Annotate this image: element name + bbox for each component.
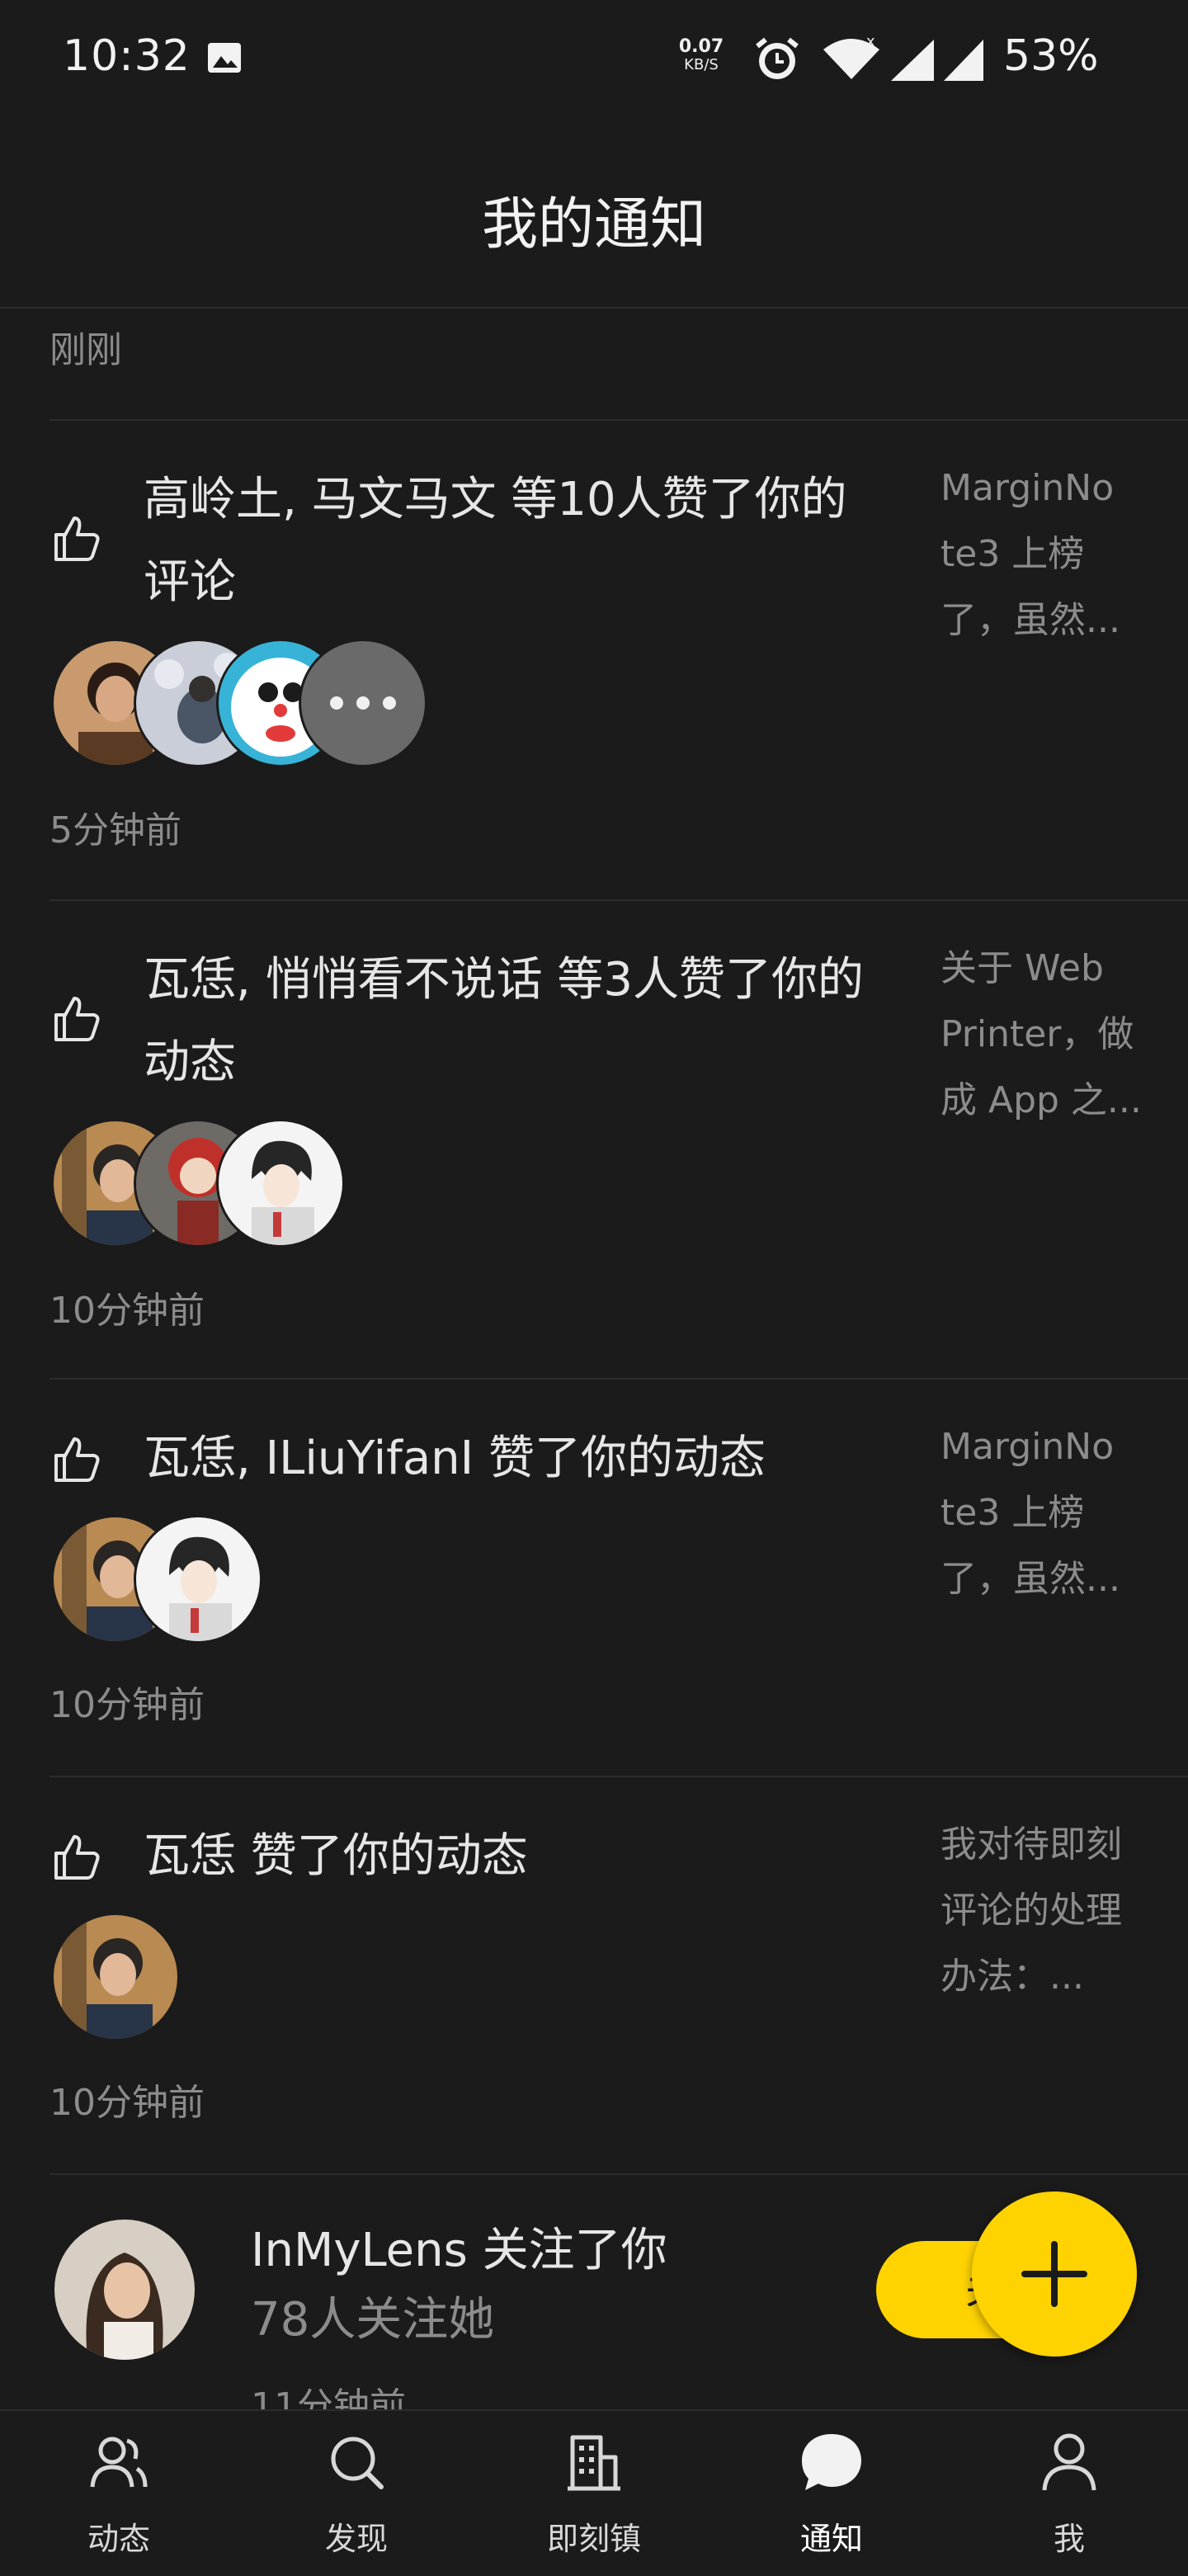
notification-reference[interactable]: MarginNo te3 上榜 了，虽然...: [940, 1414, 1155, 1612]
reference-line: 了，虽然...: [940, 599, 1120, 641]
notification-item[interactable]: 瓦恁, 悄悄看不说话 等3人赞了你的 动态 关于 Web Printer，做 成…: [0, 901, 1188, 1378]
reference-line: 成 App 之...: [940, 1079, 1142, 1121]
image-notification-icon: [208, 43, 241, 73]
title-bar: 我的通知: [0, 124, 1188, 309]
wifi-icon: x: [823, 35, 879, 79]
notification-item[interactable]: 瓦恁, ILiuYifanI 赞了你的动态 MarginNo te3 上榜 了，…: [0, 1380, 1188, 1774]
notification-text-line: 瓦恁, 悄悄看不说话 等3人赞了你的: [144, 953, 865, 1007]
person-icon: [1042, 2433, 1096, 2491]
reference-line: MarginNo: [940, 1426, 1115, 1468]
notification-text-line: 高岭土, 马文马文 等10人赞了你的: [144, 473, 847, 526]
network-speed-unit: KB/S: [684, 56, 719, 73]
notification-time: 10分钟前: [50, 1290, 205, 1332]
reference-line: te3 上榜: [940, 1492, 1085, 1534]
notification-text-line: 评论: [144, 555, 236, 609]
reference-line: 评论的处理: [940, 1890, 1122, 1932]
tab-label: 即刻镇: [546, 2521, 641, 2557]
reference-line: 关于 Web: [940, 947, 1104, 989]
notification-time: 10分钟前: [50, 1684, 205, 1726]
alarm-icon: [756, 37, 799, 79]
divider: [50, 2173, 1188, 2175]
tab-town[interactable]: 即刻镇: [475, 2411, 713, 2576]
battery-level: 53%: [1003, 31, 1099, 81]
follow-notification-title: InMyLens 关注了你: [251, 2224, 667, 2277]
notification-text: 瓦恁, 悄悄看不说话 等3人赞了你的 动态: [144, 939, 903, 1104]
page-title: 我的通知: [481, 192, 706, 257]
signal-icon-2: [944, 40, 983, 81]
reference-line: MarginNo: [940, 467, 1115, 509]
dot-icon: [383, 696, 396, 710]
dot-icon: [330, 696, 343, 710]
notification-text: 瓦恁, ILiuYifanI 赞了你的动态: [144, 1418, 903, 1500]
reference-line: 我对待即刻: [940, 1823, 1122, 1866]
tab-discover[interactable]: 发现: [238, 2411, 475, 2576]
notification-reference[interactable]: 我对待即刻 评论的处理 办法：...: [940, 1812, 1155, 2010]
notification-text-line: 动态: [144, 1036, 236, 1089]
plus-icon: [1021, 2241, 1087, 2307]
bottom-tab-bar: 动态 发现 即刻镇 通知 我: [0, 2409, 1188, 2576]
section-label: 刚刚: [50, 329, 122, 371]
notification-reference[interactable]: MarginNo te3 上榜 了，虽然...: [940, 455, 1155, 653]
reference-line: Printer，做: [940, 1013, 1134, 1055]
notification-time: 5分钟前: [50, 809, 182, 852]
reference-line: 办法：...: [940, 1956, 1084, 1998]
tab-label: 我: [1053, 2521, 1085, 2557]
search-icon: [331, 2437, 384, 2489]
reference-line: 了，虽然...: [940, 1558, 1120, 1600]
building-icon: [568, 2435, 620, 2491]
tab-label: 动态: [87, 2521, 150, 2557]
thumbs-up-icon: [54, 517, 100, 561]
network-speed-value: 0.07: [678, 36, 724, 57]
notification-text-line: 瓦恁, ILiuYifanI 赞了你的动态: [144, 1432, 766, 1485]
tab-label: 发现: [324, 2521, 388, 2557]
notification-text-line: 瓦恁 赞了你的动态: [144, 1829, 528, 1883]
reference-line: te3 上榜: [940, 533, 1085, 575]
notification-reference[interactable]: 关于 Web Printer，做 成 App 之...: [940, 936, 1155, 1134]
thumbs-up-icon: [54, 997, 100, 1041]
avatar[interactable]: [51, 1913, 180, 2041]
notification-time: 10分钟前: [50, 2082, 205, 2124]
svg-text:x: x: [866, 35, 875, 50]
notification-item[interactable]: 高岭土, 马文马文 等10人赞了你的 评论 MarginNo te3 上榜 了，…: [0, 421, 1188, 899]
status-bar: 10:32 0.07 KB/S x 53%: [0, 0, 1188, 124]
tab-me[interactable]: 我: [950, 2411, 1188, 2576]
notification-item[interactable]: 瓦恁 赞了你的动态 我对待即刻 评论的处理 办法：... 10分钟前: [0, 1777, 1188, 2172]
compose-button[interactable]: [972, 2191, 1137, 2357]
signal-icon: [891, 40, 934, 81]
notification-text: 瓦恁 赞了你的动态: [144, 1815, 903, 1898]
tab-feed[interactable]: 动态: [0, 2411, 238, 2576]
avatar[interactable]: [134, 1515, 262, 1644]
avatar[interactable]: [54, 2220, 195, 2360]
people-icon: [90, 2437, 148, 2488]
chat-bubble-icon: [802, 2434, 861, 2490]
network-speed: 0.07 KB/S: [676, 38, 726, 74]
tab-notifications[interactable]: 通知: [713, 2411, 950, 2576]
more-avatars-button[interactable]: [299, 639, 427, 767]
follow-notification-subtitle: 78人关注她: [251, 2293, 495, 2347]
thumbs-up-icon: [54, 1835, 100, 1880]
notification-text: 高岭土, 马文马文 等10人赞了你的 评论: [144, 459, 903, 624]
dot-icon: [356, 696, 370, 710]
thumbs-up-icon: [54, 1437, 100, 1482]
status-time: 10:32: [63, 31, 191, 81]
avatar[interactable]: [216, 1119, 345, 1248]
tab-label: 通知: [799, 2521, 863, 2557]
